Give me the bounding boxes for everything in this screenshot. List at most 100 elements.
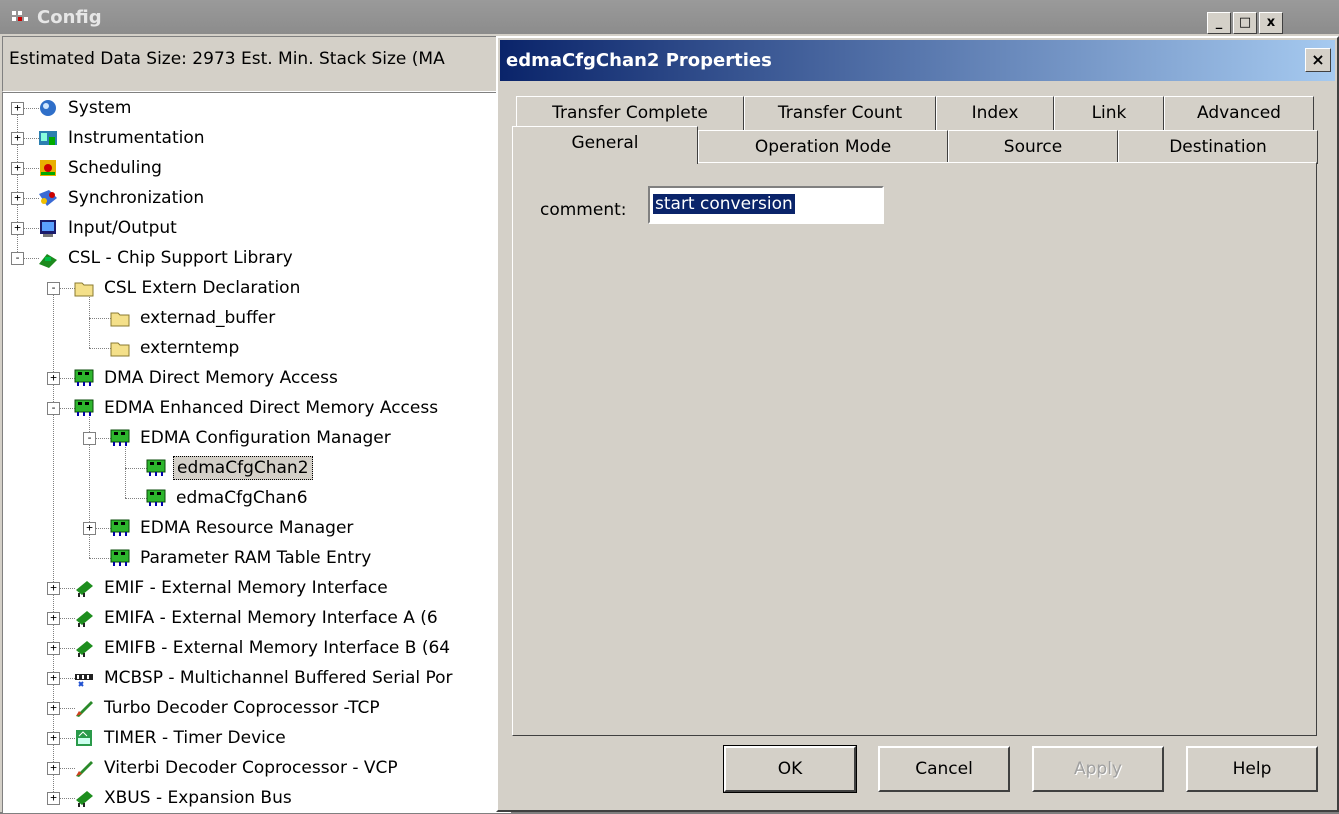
tree-guide-line: [89, 348, 111, 349]
comment-field[interactable]: start conversion: [648, 186, 884, 224]
tree-item[interactable]: Parameter RAM Table Entry: [109, 543, 374, 573]
tree-item[interactable]: MCBSP - Multichannel Buffered Serial Por: [73, 663, 456, 693]
expand-icon[interactable]: +: [47, 762, 60, 775]
apply-button[interactable]: Apply: [1032, 746, 1164, 792]
board-icon: [110, 549, 130, 566]
collapse-icon[interactable]: -: [47, 402, 60, 415]
tree-item[interactable]: EMIFB - External Memory Interface B (64: [73, 633, 453, 663]
tree-item[interactable]: Instrumentation: [37, 123, 208, 153]
config-tree[interactable]: + System + Instrumentation + Scheduling + Synch…: [2, 92, 512, 814]
tree-item-label: System: [68, 98, 132, 118]
synchronization-icon: [39, 190, 57, 206]
tab-general[interactable]: General: [512, 126, 698, 164]
main-window-title: Config: [37, 7, 102, 28]
memory-chip-icon: [76, 791, 93, 807]
dialog-title-bar[interactable]: edmaCfgChan2 Properties ×: [500, 40, 1335, 81]
expand-icon[interactable]: +: [47, 792, 60, 805]
tab-destination[interactable]: Destination: [1118, 130, 1318, 164]
tree-item-label: Synchronization: [68, 188, 205, 208]
tree-item[interactable]: EMIF - External Memory Interface: [73, 573, 391, 603]
expand-icon[interactable]: +: [11, 162, 24, 175]
folder-icon: [74, 282, 94, 297]
memory-chip-icon: [76, 641, 93, 657]
tree-item[interactable]: Viterbi Decoder Coprocessor - VCP: [73, 753, 401, 783]
tree-item-label: EMIF - External Memory Interface: [104, 578, 388, 598]
collapse-icon[interactable]: -: [11, 252, 24, 265]
board-icon: [110, 519, 130, 536]
tree-item-label: Instrumentation: [68, 128, 205, 148]
expand-icon[interactable]: +: [11, 222, 24, 235]
tab-advanced[interactable]: Advanced: [1164, 96, 1314, 130]
dialog-close-button[interactable]: ×: [1305, 48, 1331, 72]
tab-transfer-complete[interactable]: Transfer Complete: [516, 96, 744, 130]
tree-item-label: EMIFA - External Memory Interface A (6: [104, 608, 438, 628]
comment-field-value: start conversion: [653, 194, 795, 214]
tab-link[interactable]: Link: [1054, 96, 1164, 130]
tree-item-label: EMIFB - External Memory Interface B (64: [104, 638, 451, 658]
expand-icon[interactable]: +: [11, 102, 24, 115]
tree-guide-line: [53, 288, 54, 798]
tree-item-label: Viterbi Decoder Coprocessor - VCP: [104, 758, 398, 778]
expand-icon[interactable]: +: [47, 702, 60, 715]
tree-item[interactable]: System: [37, 93, 134, 123]
tree-item[interactable]: Input/Output: [37, 213, 180, 243]
main-title-bar[interactable]: Config _ □ x: [0, 0, 1339, 34]
expand-icon[interactable]: +: [11, 132, 24, 145]
tree-guide-line: [125, 468, 147, 469]
expand-icon[interactable]: +: [83, 522, 96, 535]
tab-transfer-count[interactable]: Transfer Count: [744, 96, 936, 130]
tree-item-label: externad_buffer: [140, 308, 276, 328]
expand-icon[interactable]: +: [47, 732, 60, 745]
expand-icon[interactable]: +: [47, 372, 60, 385]
tree-item-label: MCBSP - Multichannel Buffered Serial Por: [104, 668, 453, 688]
tree-item-label: edmaCfgChan6: [176, 488, 308, 508]
expand-icon[interactable]: +: [47, 672, 60, 685]
tree-item[interactable]: Scheduling: [37, 153, 165, 183]
expand-icon[interactable]: +: [47, 612, 60, 625]
scheduling-icon: [40, 160, 56, 176]
tree-item-label: Parameter RAM Table Entry: [140, 548, 372, 568]
board-icon: [146, 489, 166, 506]
maximize-button[interactable]: □: [1233, 12, 1257, 34]
rocket-icon: [76, 761, 93, 777]
tree-item[interactable]: EDMA Enhanced Direct Memory Access: [73, 393, 441, 423]
tree-item[interactable]: edmaCfgChan2: [145, 453, 313, 483]
tab-index[interactable]: Index: [936, 96, 1054, 130]
tree-item[interactable]: TIMER - Timer Device: [73, 723, 289, 753]
tree-item[interactable]: edmaCfgChan6: [145, 483, 311, 513]
tree-item-label: XBUS - Expansion Bus: [104, 788, 292, 808]
tree-item[interactable]: DMA Direct Memory Access: [73, 363, 341, 393]
expand-icon[interactable]: +: [47, 642, 60, 655]
expand-icon[interactable]: +: [47, 582, 60, 595]
timer-icon: [76, 730, 92, 746]
input-output-icon: [40, 220, 56, 237]
tree-item-label: TIMER - Timer Device: [104, 728, 286, 748]
help-button[interactable]: Help: [1186, 746, 1318, 792]
collapse-icon[interactable]: -: [47, 282, 60, 295]
tree-item[interactable]: EMIFA - External Memory Interface A (6: [73, 603, 441, 633]
tree-item-label: Input/Output: [68, 218, 177, 238]
tree-item[interactable]: externtemp: [109, 333, 242, 363]
tree-guide-line: [89, 318, 111, 319]
general-tab-panel: [512, 162, 1317, 736]
tree-item[interactable]: EDMA Resource Manager: [109, 513, 356, 543]
tree-item[interactable]: CSL - Chip Support Library: [37, 243, 296, 273]
tree-item[interactable]: EDMA Configuration Manager: [109, 423, 394, 453]
tree-item-label: Turbo Decoder Coprocessor -TCP: [104, 698, 380, 718]
minimize-button[interactable]: _: [1207, 12, 1231, 34]
ok-button[interactable]: OK: [723, 745, 857, 793]
collapse-icon[interactable]: -: [83, 432, 96, 445]
expand-icon[interactable]: +: [11, 192, 24, 205]
close-button[interactable]: x: [1259, 12, 1283, 34]
folder-icon: [110, 342, 130, 357]
tab-operation-mode[interactable]: Operation Mode: [698, 130, 948, 164]
cancel-button[interactable]: Cancel: [878, 746, 1010, 792]
tree-item[interactable]: Synchronization: [37, 183, 207, 213]
instrumentation-icon: [39, 131, 57, 145]
tree-item[interactable]: XBUS - Expansion Bus: [73, 783, 295, 813]
tree-item[interactable]: Turbo Decoder Coprocessor -TCP: [73, 693, 383, 723]
tree-guide-line: [89, 558, 111, 559]
tree-item[interactable]: CSL Extern Declaration: [73, 273, 303, 303]
tab-source[interactable]: Source: [948, 130, 1118, 164]
tree-item[interactable]: externad_buffer: [109, 303, 278, 333]
